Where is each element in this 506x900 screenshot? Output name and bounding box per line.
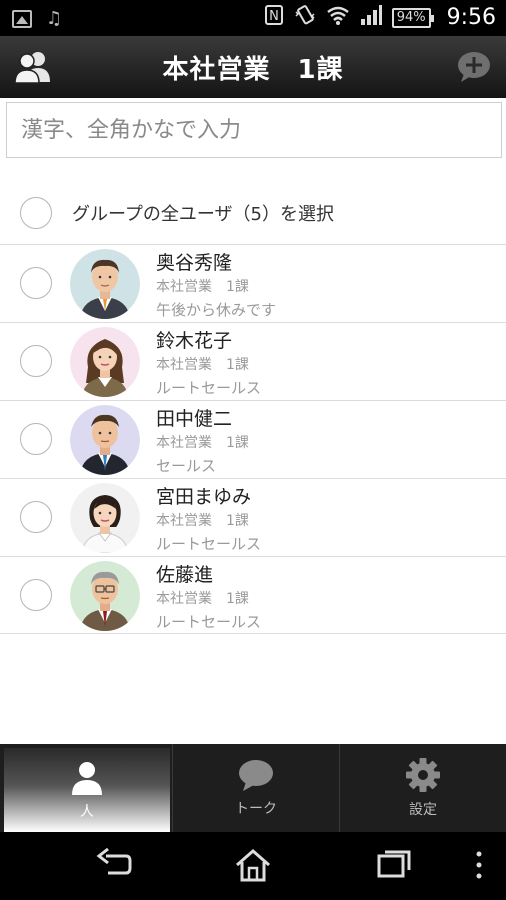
user-checkbox[interactable] — [20, 345, 52, 377]
tab-label: トーク — [235, 801, 277, 817]
tab-label: 設定 — [409, 802, 437, 818]
user-name: 鈴木花子 — [156, 330, 233, 352]
overflow-menu-button[interactable] — [474, 850, 484, 884]
select-all-label: グループの全ユーザ（5）を選択 — [72, 204, 335, 225]
list-item[interactable]: 佐藤進 本社営業 1課 ルートセールス — [0, 556, 506, 634]
vibrate-icon — [294, 4, 316, 31]
page-title: 本社営業 1課 — [162, 54, 344, 85]
tab-talk[interactable]: トーク — [172, 744, 339, 832]
status-bar: ♫ N 94% 9:56 — [0, 0, 506, 36]
user-checkbox[interactable] — [20, 267, 52, 299]
user-status-message: セールス — [156, 457, 217, 475]
user-department: 本社営業 1課 — [156, 591, 249, 607]
avatar — [70, 327, 140, 397]
clock: 9:56 — [446, 5, 496, 30]
content-area: グループの全ユーザ（5）を選択 奥谷秀隆 本社営業 1課 — [0, 98, 506, 744]
user-name: 宮田まゆみ — [156, 486, 252, 508]
recent-apps-button[interactable] — [376, 848, 412, 884]
image-notification-icon — [12, 9, 32, 28]
user-checkbox[interactable] — [20, 501, 52, 533]
back-button[interactable] — [96, 847, 132, 884]
avatar — [70, 483, 140, 553]
user-department: 本社営業 1課 — [156, 279, 249, 295]
user-status-message: ルートセールス — [156, 379, 262, 397]
wifi-icon — [326, 5, 350, 30]
system-navigation-bar — [0, 832, 506, 900]
bottom-tab-bar: 人 トーク 設定 — [0, 744, 506, 832]
list-item[interactable]: 田中健二 本社営業 1課 セールス — [0, 400, 506, 478]
user-name: 田中健二 — [156, 408, 233, 430]
select-all-checkbox[interactable] — [20, 197, 52, 229]
user-department: 本社営業 1課 — [156, 513, 249, 529]
user-status-message: 午後から休みです — [156, 301, 277, 319]
user-department: 本社営業 1課 — [156, 435, 249, 451]
avatar — [70, 405, 140, 475]
app-header: 本社営業 1課 — [0, 36, 506, 98]
svg-text:N: N — [269, 9, 279, 24]
nfc-icon: N — [264, 4, 284, 31]
signal-icon — [360, 5, 382, 30]
group-people-icon — [14, 52, 50, 84]
home-button[interactable] — [234, 848, 272, 886]
user-status-message: ルートセールス — [156, 613, 262, 631]
list-item[interactable]: 鈴木花子 本社営業 1課 ルートセールス — [0, 322, 506, 400]
gear-icon — [406, 758, 440, 792]
recent-apps-icon — [377, 850, 411, 878]
chat-bubble-icon — [239, 760, 273, 791]
user-department: 本社営業 1課 — [156, 357, 249, 373]
person-icon — [72, 762, 102, 795]
overflow-menu-icon — [476, 851, 482, 879]
list-item[interactable]: 奥谷秀隆 本社営業 1課 午後から休みです — [0, 244, 506, 322]
user-name: 奥谷秀隆 — [156, 252, 233, 274]
tab-people[interactable]: 人 — [4, 748, 170, 832]
contacts-button[interactable] — [14, 50, 52, 84]
user-name: 佐藤進 — [156, 564, 214, 586]
music-notification-icon: ♫ — [46, 8, 63, 29]
tab-settings[interactable]: 設定 — [339, 744, 506, 832]
list-item[interactable]: 宮田まゆみ 本社営業 1課 ルートセールス — [0, 478, 506, 556]
new-talk-button[interactable] — [456, 50, 492, 84]
search-input[interactable] — [6, 102, 502, 158]
select-all-row[interactable]: グループの全ユーザ（5）を選択 — [0, 182, 506, 244]
back-arrow-icon — [96, 847, 132, 875]
avatar — [70, 249, 140, 319]
user-checkbox[interactable] — [20, 423, 52, 455]
home-icon — [236, 849, 270, 882]
user-list: 奥谷秀隆 本社営業 1課 午後から休みです 鈴木花子 本社営業 1課 ルートセー… — [0, 244, 506, 634]
user-status-message: ルートセールス — [156, 535, 262, 553]
battery-indicator: 94% — [391, 7, 434, 28]
tab-label: 人 — [80, 804, 94, 820]
user-checkbox[interactable] — [20, 579, 52, 611]
avatar — [70, 561, 140, 631]
chat-add-icon — [458, 52, 490, 82]
